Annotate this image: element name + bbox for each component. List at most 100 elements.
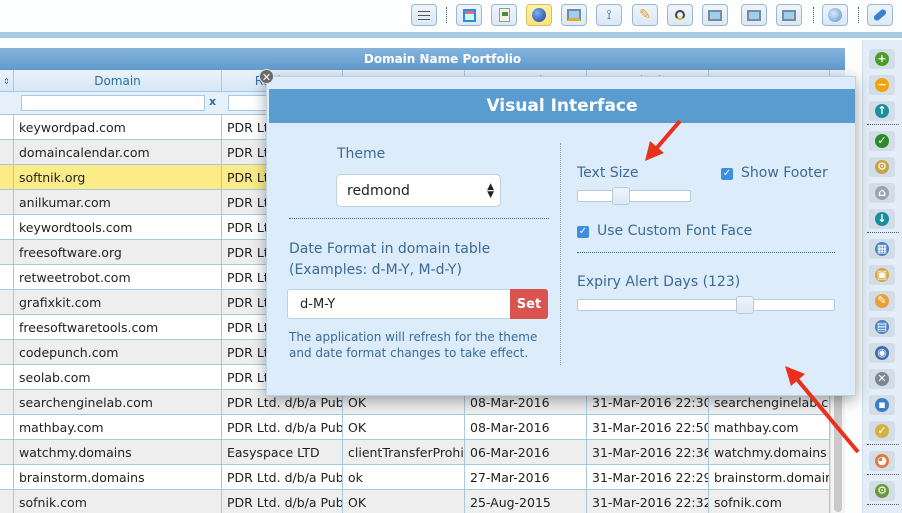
check-button[interactable]: ✓ [869,131,895,151]
user-check-button[interactable]: ▪ [869,395,895,415]
move-down-button[interactable]: ↓ [869,209,895,229]
toolbar-separator [813,7,814,23]
palette-settings-button[interactable]: ◕ [869,451,895,471]
lookedup-cell: 31-Mar-2016 22:32:0 [587,490,709,513]
divider [289,218,549,219]
monitor-1-button[interactable] [702,4,728,26]
tools-button[interactable]: ✕ [869,369,895,389]
row-select-cell [0,115,14,140]
table-row[interactable]: sofnik.com PDR Ltd. d/b/a Publi OK 25-Aug-2… [0,490,830,513]
plugin-button[interactable] [867,4,893,26]
gear-check-button[interactable]: ⚙ [869,481,895,501]
move-up-button[interactable]: ↑ [869,101,895,121]
show-footer-label: Show Footer [741,165,828,181]
toolbar-separator [446,7,447,23]
last-update-cell: 25-Aug-2015 [465,490,587,513]
document-button[interactable] [491,4,517,26]
set-date-format-button[interactable]: Set [510,289,548,319]
sidebar-separator [867,444,899,445]
monitor-three-icon [782,9,796,21]
web-refresh-button[interactable] [822,4,848,26]
show-footer-checkbox[interactable]: ✓ [721,168,733,180]
expiry-alert-slider[interactable] [577,296,835,314]
registrar-cell: PDR Ltd. d/b/a Publi [222,415,343,440]
lookedup-cell: 31-Mar-2016 22:50:0 [587,415,709,440]
monitor-2-button[interactable] [741,4,767,26]
row-select-cell [0,140,14,165]
table-settings-button[interactable]: ▤ [869,317,895,337]
row-select-cell [0,240,14,265]
globe-button[interactable] [526,4,552,26]
tools-icon: ✕ [875,372,889,386]
row-select-cell [0,165,14,190]
edit-button[interactable]: ✎ [632,4,658,26]
table-row[interactable]: watchmy.domains Easyspace LTD clientTransf… [0,440,830,465]
table-row[interactable]: brainstorm.domains PDR Ltd. d/b/a Publi ok… [0,465,830,490]
right-action-sidebar: + − ↑ ✓ ⚙ ⌂ ↓ ▦ ▣ ✎ ▤ ◉ ✕ ▪ ✓ ◕ ⚙ [862,40,902,513]
folder-settings-button[interactable]: ▣ [869,265,895,285]
last-update-cell: 06-Mar-2016 [465,440,587,465]
monitor-one-icon [708,9,722,21]
ascii-name-cell: mathbay.com [709,415,830,440]
clear-filter-button[interactable]: x [209,95,216,108]
refresh-note: The application will refresh for the the… [289,330,538,360]
tag-button[interactable]: ⌂ [869,183,895,203]
row-select-cell [0,190,14,215]
settings-doc-button[interactable]: ⚙ [869,157,895,177]
divider [577,252,835,253]
last-update-cell: 27-Mar-2016 [465,465,587,490]
row-select-cell [0,265,14,290]
custom-font-checkbox[interactable]: ✓ [577,226,589,238]
calendar-icon [462,8,476,22]
plug-icon [872,8,888,22]
user-network-button[interactable] [667,4,693,26]
globe-icon [532,8,546,22]
registrar-cell: PDR Ltd. d/b/a Publi [222,465,343,490]
web-globe-icon [828,8,842,22]
palette-gear-icon: ◕ [875,454,889,468]
menu-button[interactable] [411,4,437,26]
calendar-view-button[interactable] [456,4,482,26]
date-format-label: Date Format in domain table (Examples: d… [289,241,491,278]
row-select-cell [0,490,14,513]
checkmark-icon: ✓ [722,168,732,179]
column-header-select[interactable]: ⇕ [0,70,14,92]
domain-cell: watchmy.domains [14,440,222,465]
close-icon[interactable]: ✕ [259,69,274,84]
theme-label: Theme [337,146,386,162]
app-window: ⟟ ✎ Domain Name Portfolio ⇕ Domain x key… [0,0,902,513]
remove-button[interactable]: − [869,75,895,95]
text-size-slider[interactable] [577,187,691,205]
add-table-button[interactable]: ▦ [869,239,895,259]
globe-gear-icon: ◉ [875,346,889,360]
select-arrows-icon: ▲ ▼ [487,182,494,200]
add-button[interactable]: + [869,49,895,69]
monitor-network-icon [567,9,581,21]
edit-settings-button[interactable]: ✎ [869,291,895,311]
domain-filter-input[interactable] [21,95,205,111]
sidebar-separator [867,232,899,233]
text-size-slider-handle[interactable] [612,187,630,205]
row-select-cell [0,465,14,490]
globe-settings-button[interactable]: ◉ [869,343,895,363]
expiry-alert-slider-handle[interactable] [736,296,754,314]
text-size-label: Text Size [577,165,639,181]
monitor-3-button[interactable] [776,4,802,26]
pencil-icon: ✎ [639,7,651,23]
toolbar-separator [858,7,859,23]
sort-icon: ⇕ [3,76,10,86]
clipboard-check-button[interactable]: ✓ [869,421,895,441]
connections-button[interactable]: ⟟ [596,4,622,26]
network-monitor-button[interactable] [561,4,587,26]
table-row[interactable]: mathbay.com PDR Ltd. d/b/a Publi OK 08-Mar-… [0,415,830,440]
domain-cell: freesoftwaretools.com [14,315,222,340]
column-header-domain[interactable]: Domain [14,70,222,92]
user-card-check-icon: ▪ [875,398,889,412]
domain-cell: grafixkit.com [14,290,222,315]
theme-select[interactable]: redmond ▲ ▼ [336,174,501,207]
date-format-input[interactable]: d-M-Y [287,289,510,319]
column-divider [560,143,561,365]
user-network-icon [675,10,685,20]
row-select-cell [0,440,14,465]
arrow-down-circle-icon: ↓ [875,212,889,226]
